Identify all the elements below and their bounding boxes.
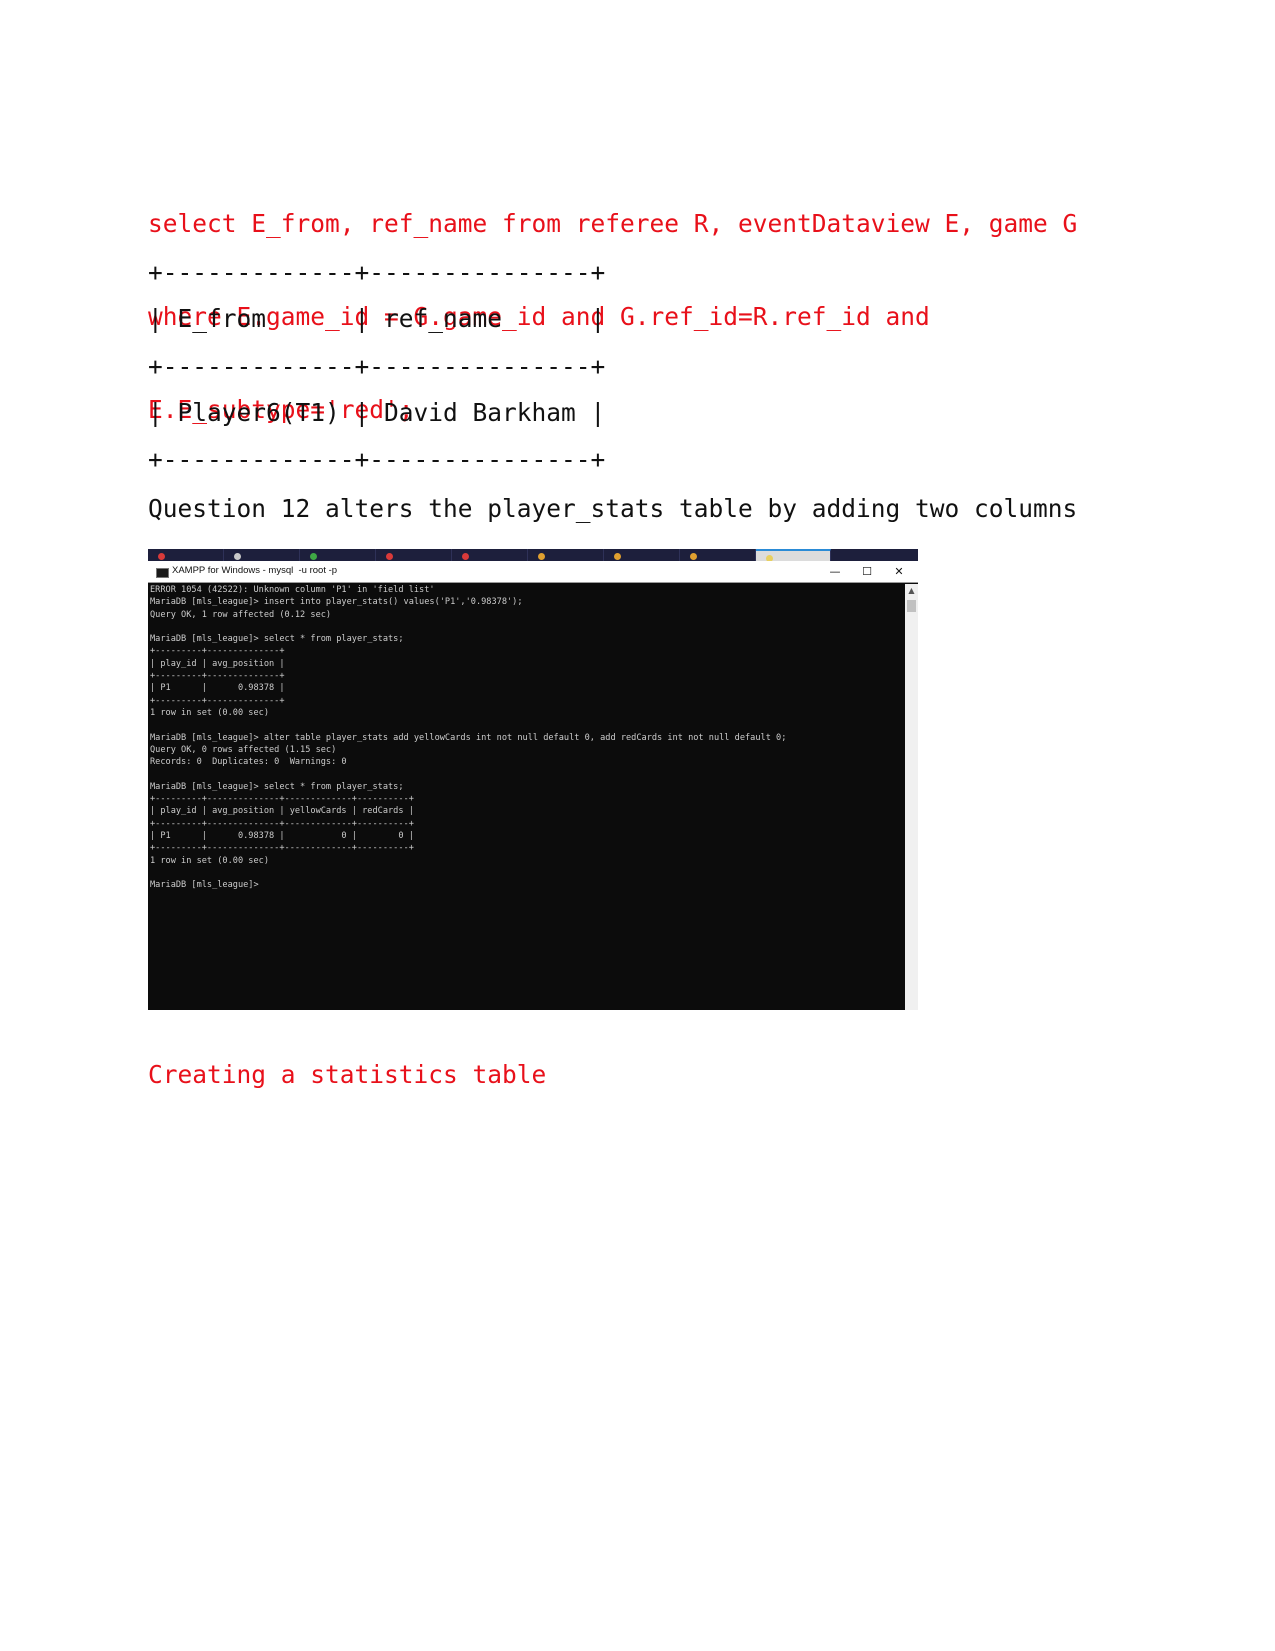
terminal-output-line: +---------+--------------+ [150, 671, 285, 682]
taskbar-app-icon [310, 553, 317, 560]
taskbar-app-icon [386, 553, 393, 560]
terminal-output-line: | P1 | 0.98378 | [150, 683, 285, 694]
terminal-output-line: MariaDB [mls_league]> select * from play… [150, 634, 404, 645]
terminal-output-line: +---------+--------------+-------------+… [150, 843, 414, 854]
terminal-output-line: +---------+--------------+ [150, 646, 285, 657]
taskbar-item[interactable] [300, 549, 376, 561]
terminal-output-line: 1 row in set (0.00 sec) [150, 855, 269, 866]
terminal-screenshot: XAMPP for Windows - mysql -u root -p — ☐… [148, 549, 918, 1010]
taskbar-app-icon [538, 553, 545, 560]
terminal-output-line: | P1 | 0.98378 | 0 | 0 | [150, 830, 414, 841]
taskbar-app-icon [158, 553, 165, 560]
sql-query-line-1: select E_from, ref_name from referee R, … [148, 209, 1078, 238]
terminal-output-line: +---------+--------------+-------------+… [150, 794, 414, 805]
terminal-output-line: Records: 0 Duplicates: 0 Warnings: 0 [150, 757, 347, 768]
terminal-console[interactable]: ERROR 1054 (42S22): Unknown column 'P1' … [150, 584, 905, 1010]
terminal-output-line: MariaDB [mls_league]> alter table player… [150, 732, 787, 743]
taskbar-app-icon [690, 553, 697, 560]
result-table-border-mid: +-------------+---------------+ [148, 352, 606, 381]
terminal-output-line: MariaDB [mls_league]> select * from play… [150, 781, 404, 792]
maximize-button[interactable]: ☐ [853, 563, 881, 581]
taskbar-item[interactable] [756, 549, 831, 562]
taskbar-item[interactable] [680, 549, 756, 561]
terminal-output: ERROR 1054 (42S22): Unknown column 'P1' … [150, 584, 905, 891]
taskbar-item[interactable] [148, 549, 224, 561]
terminal-output-line: ERROR 1054 (42S22): Unknown column 'P1' … [150, 585, 435, 595]
minimize-button[interactable]: — [821, 563, 849, 581]
result-table-header-row: | E_from | ref_name | [148, 304, 606, 333]
section-heading: Creating a statistics table [148, 1060, 547, 1089]
scroll-up-arrow-icon[interactable]: ▲ [905, 584, 918, 597]
taskbar-app-icon [614, 553, 621, 560]
result-table-border-bottom: +-------------+---------------+ [148, 445, 606, 474]
taskbar-item[interactable] [224, 549, 300, 561]
taskbar-item[interactable] [452, 549, 528, 561]
description-text: Question 12 alters the player_stats tabl… [148, 494, 1078, 523]
terminal-output-line: +---------+--------------+-------------+… [150, 818, 414, 829]
terminal-scrollbar[interactable]: ▲ [905, 584, 918, 1010]
taskbar-app-icon [462, 553, 469, 560]
taskbar-item[interactable] [376, 549, 452, 561]
terminal-output-line: MariaDB [mls_league]> insert into player… [150, 597, 523, 608]
taskbar-item[interactable] [604, 549, 680, 561]
terminal-output-line: Query OK, 1 row affected (0.12 sec) [150, 609, 332, 620]
terminal-output-line: MariaDB [mls_league]> [150, 880, 259, 891]
result-table-border-top: +-------------+---------------+ [148, 258, 606, 287]
terminal-window-title: XAMPP for Windows - mysql -u root -p [172, 565, 338, 576]
result-table-data-row: | Player6(T1) | David Barkham | [148, 398, 606, 427]
terminal-output-line: | play_id | avg_position | [150, 658, 285, 669]
scrollbar-thumb[interactable] [907, 600, 916, 612]
terminal-output-line: +---------+--------------+ [150, 695, 285, 706]
taskbar-strip [148, 549, 918, 562]
close-button[interactable]: ✕ [885, 563, 913, 581]
terminal-output-line: | play_id | avg_position | yellowCards |… [150, 806, 414, 817]
taskbar-item[interactable] [528, 549, 604, 561]
terminal-title-bar: XAMPP for Windows - mysql -u root -p — ☐… [148, 561, 918, 583]
taskbar-app-icon [234, 553, 241, 560]
cmd-icon [156, 568, 169, 578]
terminal-output-line: 1 row in set (0.00 sec) [150, 707, 269, 718]
terminal-output-line: Query OK, 0 rows affected (1.15 sec) [150, 744, 337, 755]
